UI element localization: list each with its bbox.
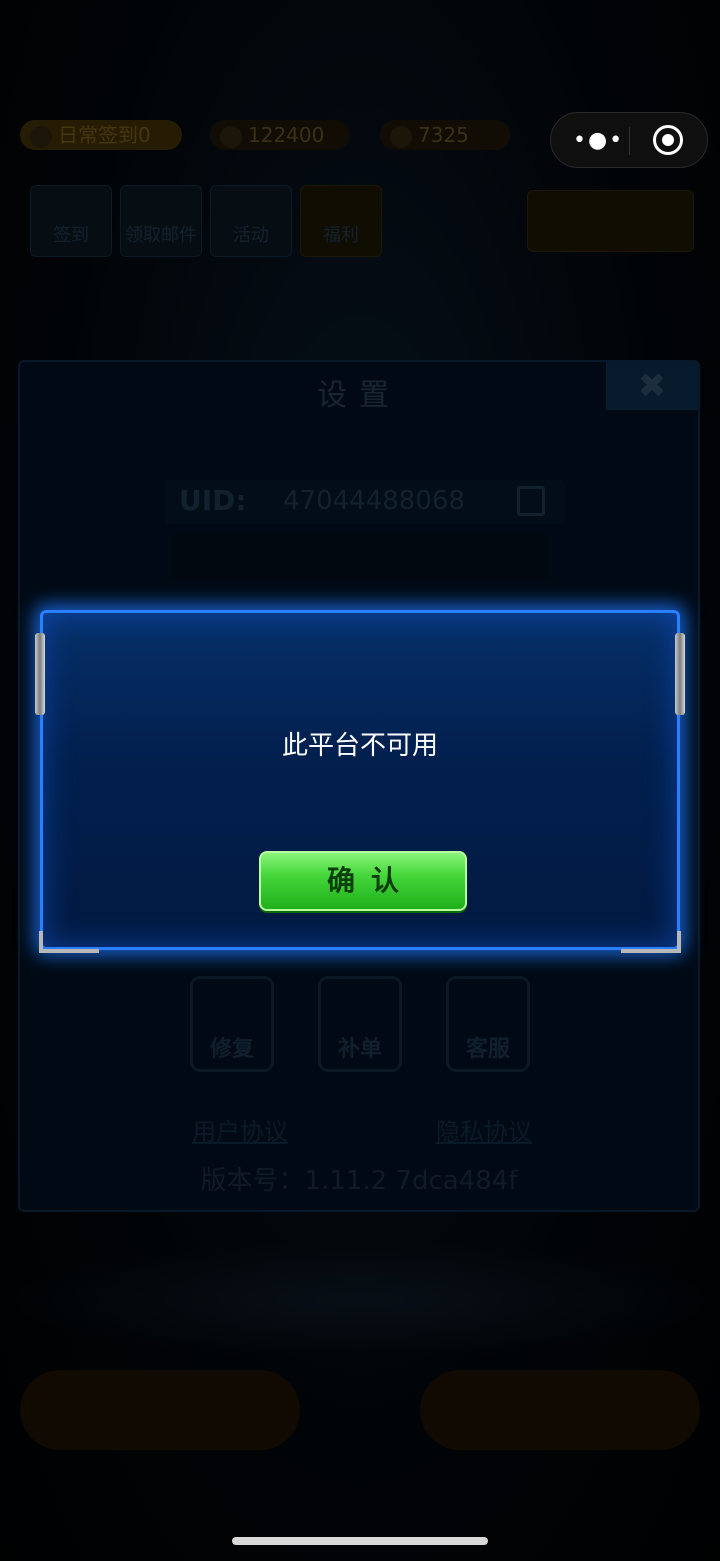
- target-circle-icon[interactable]: [653, 125, 683, 155]
- frame-corner-bottom-left: [39, 931, 99, 953]
- frame-corner-bottom-right: [621, 931, 681, 953]
- capsule-divider: [629, 127, 630, 155]
- frame-bracket-left: [35, 633, 45, 715]
- confirm-button[interactable]: 确认: [259, 851, 467, 911]
- more-dots-icon[interactable]: •●•: [573, 130, 624, 152]
- frame-bracket-right: [675, 633, 685, 715]
- alert-dialog: 此平台不可用 确认: [35, 610, 685, 953]
- miniprogram-capsule: •●•: [550, 112, 708, 168]
- home-indicator[interactable]: [232, 1537, 488, 1545]
- dialog-message: 此平台不可用: [281, 731, 438, 761]
